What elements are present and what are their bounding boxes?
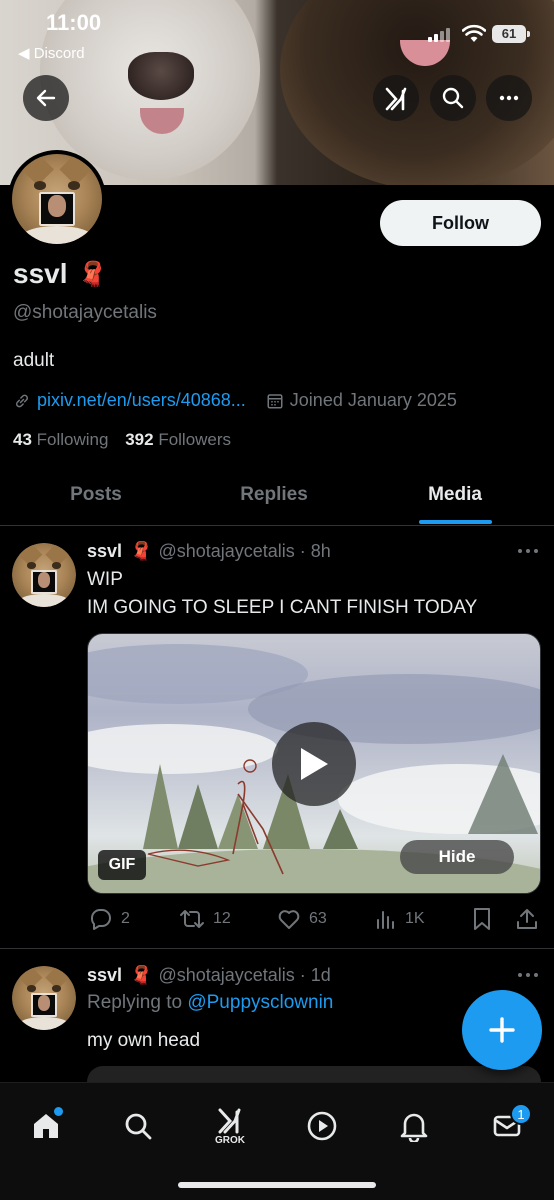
status-bar: 11:00 ◀ Discord 61 xyxy=(0,0,554,70)
profile-handle: @shotajaycetalis xyxy=(13,302,157,323)
profile-display-name: ssvl 🧣 xyxy=(13,258,107,290)
profile-link[interactable]: pixiv.net/en/users/40868... xyxy=(37,390,246,411)
nav-video[interactable] xyxy=(297,1101,347,1151)
replying-prefix: Replying to xyxy=(87,992,183,1013)
home-notification-dot xyxy=(54,1107,63,1116)
active-tab-indicator xyxy=(419,520,492,524)
reply-count: 2 xyxy=(121,910,130,927)
tweet-divider xyxy=(0,948,554,949)
tweet-avatar[interactable] xyxy=(12,966,76,1030)
hide-button[interactable]: Hide xyxy=(400,840,514,874)
repost-button[interactable]: 12 xyxy=(179,904,231,934)
views-icon xyxy=(377,911,394,929)
followers-label: Followers xyxy=(158,430,232,449)
grok-icon xyxy=(218,1108,241,1134)
calendar-icon xyxy=(267,393,283,408)
tab-media[interactable]: Media xyxy=(359,466,551,524)
nav-search[interactable] xyxy=(113,1101,163,1151)
repost-icon xyxy=(180,910,204,928)
reply-icon xyxy=(90,909,111,930)
tweet-text-line: WIP xyxy=(87,569,123,590)
tweet-handle-time: @shotajaycetalis · 8h xyxy=(158,541,331,561)
search-icon xyxy=(442,87,464,109)
like-button[interactable]: 63 xyxy=(277,904,327,934)
link-icon xyxy=(15,394,29,407)
nav-home[interactable] xyxy=(21,1101,71,1151)
tweet-header: ssvl 🧣 @shotajaycetalis · 8h xyxy=(87,541,331,562)
wifi-icon xyxy=(462,24,486,42)
notifications-icon xyxy=(400,1113,428,1142)
tweet-author-name[interactable]: ssvl xyxy=(87,541,122,562)
more-button[interactable] xyxy=(486,75,532,121)
following-link[interactable]: 43 Following xyxy=(13,430,108,449)
back-button[interactable] xyxy=(23,75,69,121)
video-play-icon xyxy=(307,1111,337,1141)
status-time: 11:00 xyxy=(46,10,102,35)
share-button[interactable] xyxy=(515,904,539,934)
follow-button[interactable]: Follow xyxy=(380,200,541,246)
play-button[interactable] xyxy=(272,722,356,806)
home-indicator xyxy=(178,1182,376,1188)
play-icon xyxy=(301,748,328,780)
share-icon xyxy=(517,909,537,929)
follow-counts: 43 Following 392 Followers xyxy=(13,430,231,450)
scarf-emoji: 🧣 xyxy=(77,260,108,288)
compose-button[interactable] xyxy=(462,990,542,1070)
profile-avatar[interactable] xyxy=(8,150,106,248)
reply-button[interactable]: 2 xyxy=(89,904,130,934)
avatar-image xyxy=(12,154,102,244)
tweet-text: my own head xyxy=(87,1030,201,1051)
display-name-text: ssvl xyxy=(13,258,68,289)
tweet-text-line: IM GOING TO SLEEP I CANT FINISH TODAY xyxy=(87,597,478,618)
bookmark-icon xyxy=(474,908,490,930)
back-to-app-link[interactable]: ◀ Discord xyxy=(18,44,85,62)
compose-icon xyxy=(489,1017,515,1043)
search-button[interactable] xyxy=(430,75,476,121)
scarf-emoji: 🧣 xyxy=(130,965,153,985)
tweet-more-icon[interactable] xyxy=(518,549,538,555)
profile-bio: adult xyxy=(13,350,55,371)
following-count: 43 xyxy=(13,430,32,449)
views-button[interactable]: 1K xyxy=(375,904,425,934)
profile-meta: pixiv.net/en/users/40868... Joined Janua… xyxy=(13,390,457,411)
grok-label: GROK xyxy=(215,1135,245,1146)
following-label: Following xyxy=(36,430,109,449)
tweet-author-name[interactable]: ssvl xyxy=(87,965,122,986)
bookmark-button[interactable] xyxy=(471,904,493,934)
views-count: 1K xyxy=(405,910,425,927)
replying-to: Replying to @Puppysclownin xyxy=(87,992,333,1014)
battery-indicator: 61 xyxy=(492,25,530,43)
joined-date: Joined January 2025 xyxy=(289,390,457,410)
tab-posts[interactable]: Posts xyxy=(0,466,192,524)
grok-icon xyxy=(385,87,407,111)
nav-notifications[interactable] xyxy=(389,1101,439,1151)
more-icon xyxy=(499,95,519,101)
like-icon xyxy=(278,910,300,929)
nav-messages[interactable]: 1 xyxy=(482,1101,532,1151)
tweet-header: ssvl 🧣 @shotajaycetalis · 1d xyxy=(87,965,331,986)
tab-replies[interactable]: Replies xyxy=(178,466,370,524)
signal-icon xyxy=(428,28,450,42)
nav-grok[interactable]: GROK xyxy=(205,1101,255,1151)
repost-count: 12 xyxy=(213,910,231,927)
tweet-avatar[interactable] xyxy=(12,543,76,607)
profile-tabs: Posts Replies Media xyxy=(0,466,554,526)
tweet-actions: 2 12 63 1K xyxy=(87,904,541,934)
grok-button[interactable] xyxy=(373,75,419,121)
search-icon xyxy=(125,1113,152,1140)
tweet-media[interactable]: GIF Hide xyxy=(87,633,541,894)
tweet-handle-time: @shotajaycetalis · 1d xyxy=(158,965,331,985)
replying-to-handle[interactable]: @Puppysclownin xyxy=(187,992,333,1013)
followers-count: 392 xyxy=(125,430,154,449)
like-count: 63 xyxy=(309,910,327,927)
tweet-text: WIP IM GOING TO SLEEP I CANT FINISH TODA… xyxy=(87,566,477,622)
followers-link[interactable]: 392 Followers xyxy=(125,430,231,449)
scarf-emoji: 🧣 xyxy=(130,541,153,561)
messages-badge: 1 xyxy=(510,1103,532,1125)
tweet-more-icon[interactable] xyxy=(518,973,538,979)
back-arrow-icon xyxy=(36,89,56,107)
gif-badge: GIF xyxy=(98,850,146,880)
